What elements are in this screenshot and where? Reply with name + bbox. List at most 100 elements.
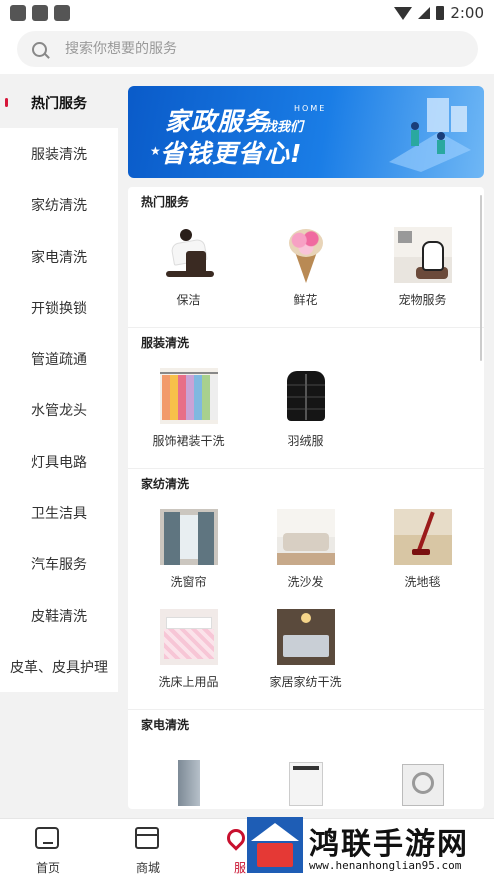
sidebar-item-label: 皮鞋清洗 [31,608,87,625]
status-indicators: 2:00 [394,4,484,22]
sidebar-item-hot[interactable]: 热门服务 [0,77,118,129]
search-input[interactable] [65,41,445,57]
curtain-photo [159,509,218,565]
refrigerator-photo [159,750,218,806]
watermark-title: 鸿联手游网 [309,827,469,862]
banner-slogan: 省钱更省心! [160,139,303,168]
sidebar-item-faucet[interactable]: 水管龙头 [0,385,118,436]
service-label: 洗沙发 [287,575,324,589]
nav-label: 服 [233,861,246,875]
sidebar-item-label: 开锁换锁 [31,300,87,317]
service-item-cleaning[interactable]: 保洁 [130,227,247,327]
nav-mall[interactable]: 商城 [118,827,178,876]
home-textile-photo [276,609,335,665]
sidebar-item-leather[interactable]: 皮革、皮具护理 [0,641,118,692]
nav-label: 首页 [35,861,60,875]
sidebar-item-lighting[interactable]: 灯具电路 [0,436,118,487]
sidebar-item-appliance[interactable]: 家电清洗 [0,231,118,282]
sidebar-item-label: 水管龙头 [31,403,87,420]
cleaning-illustration [389,98,471,172]
service-item-appliance[interactable] [130,750,247,809]
flower-bouquet-photo [276,227,335,283]
service-item-pet[interactable]: 宠物服务 [364,227,481,327]
status-time: 2:00 [450,4,484,22]
service-label: 鲜花 [293,293,318,307]
air-conditioner-photo [276,750,335,806]
battery-icon [436,6,445,20]
sidebar-item-label: 家电清洗 [31,249,87,266]
scrollbar[interactable] [480,195,482,361]
notification-icon [32,5,48,21]
notification-icon [10,5,26,21]
service-label: 羽绒服 [287,434,324,448]
section-title: 家电清洗 [141,718,190,732]
watermark-logo [247,817,303,873]
sidebar-item-label: 家纺清洗 [31,198,87,215]
sidebar-item-locksmith[interactable]: 开锁换锁 [0,282,118,333]
service-item-home-textile[interactable]: 家居家纺干洗 [247,609,364,709]
sidebar-item-label: 灯具电路 [31,454,87,471]
banner-headline: 家政服务 [165,107,270,136]
banner-home-text: HOME [294,104,327,113]
service-item-flowers[interactable]: 鲜花 [247,227,364,327]
banner-subtext: 找我们 [264,120,304,135]
service-item-bedding[interactable]: 洗床上用品 [130,609,247,709]
search-bar[interactable] [17,31,478,67]
service-label: 洗窗帘 [170,575,207,589]
sidebar-item-shoes[interactable]: 皮鞋清洗 [0,590,118,641]
sidebar-item-pipe[interactable]: 管道疏通 [0,333,118,384]
sidebar-item-clothing[interactable]: 服装清洗 [0,128,118,179]
sidebar-item-textile[interactable]: 家纺清洗 [0,180,118,231]
service-label: 宠物服务 [398,293,447,307]
sidebar-item-car[interactable]: 汽车服务 [0,539,118,590]
service-item-down-jacket[interactable]: 羽绒服 [247,368,364,468]
clothes-rack-photo [159,368,218,424]
search-bar-container [0,26,494,74]
section-title: 服装清洗 [141,336,190,350]
sidebar-item-sanitary[interactable]: 卫生洁具 [0,487,118,538]
bedding-photo [159,609,218,665]
notification-icon [54,5,70,21]
cleaning-photo [159,227,218,283]
watermark-url: www.henanhonglian95.com [309,859,462,872]
service-label: 家居家纺干洗 [269,675,342,689]
promo-banner[interactable]: 家政服务 HOME 找我们 ★ 省钱更省心! [128,86,484,178]
search-icon [32,41,47,57]
section-hot: 热门服务 保洁 鲜花 宠物服务 [128,187,484,328]
sofa-photo [276,509,335,565]
status-bar: 2:00 [0,0,494,26]
category-sidebar: 热门服务 服装清洗 家纺清洗 家电清洗 开锁换锁 管道疏通 水管龙头 灯具电路 … [0,77,118,692]
sidebar-item-label: 热门服务 [31,95,87,112]
sidebar-item-label: 皮革、皮具护理 [10,659,108,676]
section-clothing: 服装清洗 服饰裙装干洗 羽绒服 [128,328,484,469]
service-label: 服饰裙装干洗 [152,434,225,448]
sidebar-item-label: 管道疏通 [31,352,87,369]
down-jacket-photo [276,368,335,424]
service-item-appliance[interactable] [247,750,364,809]
carpet-photo [393,509,452,565]
service-item-carpet[interactable]: 洗地毯 [364,509,481,609]
shop-icon [135,827,161,851]
sidebar-item-label: 卫生洁具 [31,506,87,523]
service-label: 保洁 [176,293,201,307]
section-appliance: 家电清洗 [128,710,484,809]
section-textile: 家纺清洗 洗窗帘 洗沙发 洗地毯 洗床上用品 家居家纺干洗 [128,469,484,710]
service-item-appliance[interactable] [364,750,481,809]
service-label: 洗地毯 [404,575,441,589]
watermark: 鸿联手游网 www.henanhonglian95.com [247,817,492,877]
sidebar-item-label: 汽车服务 [31,557,87,574]
nav-label: 商城 [135,861,160,875]
signal-icon [418,7,431,19]
service-item-sofa[interactable]: 洗沙发 [247,509,364,609]
service-label: 洗床上用品 [158,675,219,689]
wifi-icon [394,6,413,20]
section-title: 热门服务 [141,195,190,209]
washing-machine-photo [393,750,452,806]
nav-home[interactable]: 首页 [18,827,78,876]
service-item-dress-dryclean[interactable]: 服饰裙装干洗 [130,368,247,468]
home-icon [35,827,61,851]
sidebar-item-label: 服装清洗 [31,146,87,163]
service-item-curtain[interactable]: 洗窗帘 [130,509,247,609]
pet-photo [393,227,452,283]
section-title: 家纺清洗 [141,477,190,491]
